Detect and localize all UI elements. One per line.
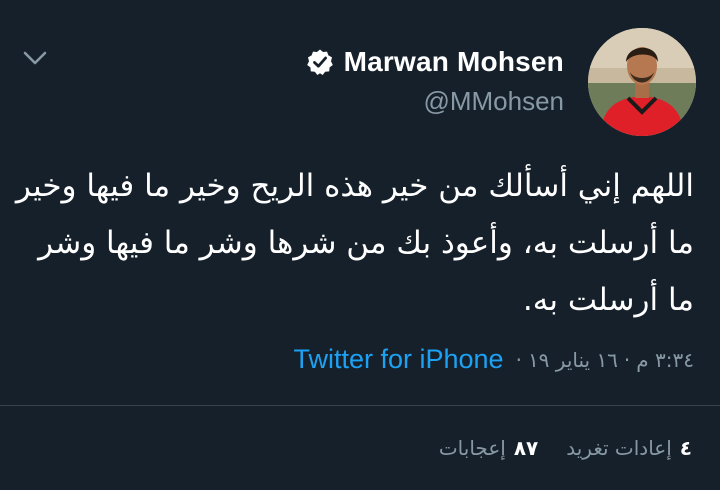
likes-label: إعجابات xyxy=(438,436,506,460)
tweet-meta: ٣:٣٤ م · ١٦ يناير ١٩ · Twitter for iPhon… xyxy=(293,344,694,375)
tweet-text: اللهم إني أسألك من خير هذه الريح وخير ما… xyxy=(15,168,694,318)
meta-separator: · xyxy=(515,347,522,372)
divider xyxy=(0,405,720,406)
tweet-card: Marwan Mohsen @MMohsen اللهم إني أسألك م… xyxy=(0,0,720,490)
avatar[interactable] xyxy=(588,28,696,136)
likes-count: ٨٧ xyxy=(513,436,539,460)
tweet-time[interactable]: ٣:٣٤ م xyxy=(636,348,694,372)
verified-badge-icon xyxy=(306,49,333,75)
author-name-row[interactable]: Marwan Mohsen xyxy=(306,46,564,78)
meta-separator: · xyxy=(623,347,631,372)
display-name: Marwan Mohsen xyxy=(343,46,564,77)
user-handle[interactable]: @MMohsen xyxy=(423,86,564,117)
retweets-stat[interactable]: ٤ إعادات تغريد xyxy=(566,436,692,460)
retweets-count: ٤ xyxy=(679,436,692,460)
tweet-date[interactable]: ١٦ يناير ١٩ xyxy=(528,348,618,372)
likes-stat[interactable]: ٨٧ إعجابات xyxy=(439,436,538,460)
retweets-label: إعادات تغريد xyxy=(566,436,672,460)
tweet-stats: ٤ إعادات تغريد ٨٧ إعجابات xyxy=(439,436,692,460)
chevron-down-icon[interactable] xyxy=(22,48,48,68)
tweet-source-link[interactable]: Twitter for iPhone xyxy=(293,344,503,375)
